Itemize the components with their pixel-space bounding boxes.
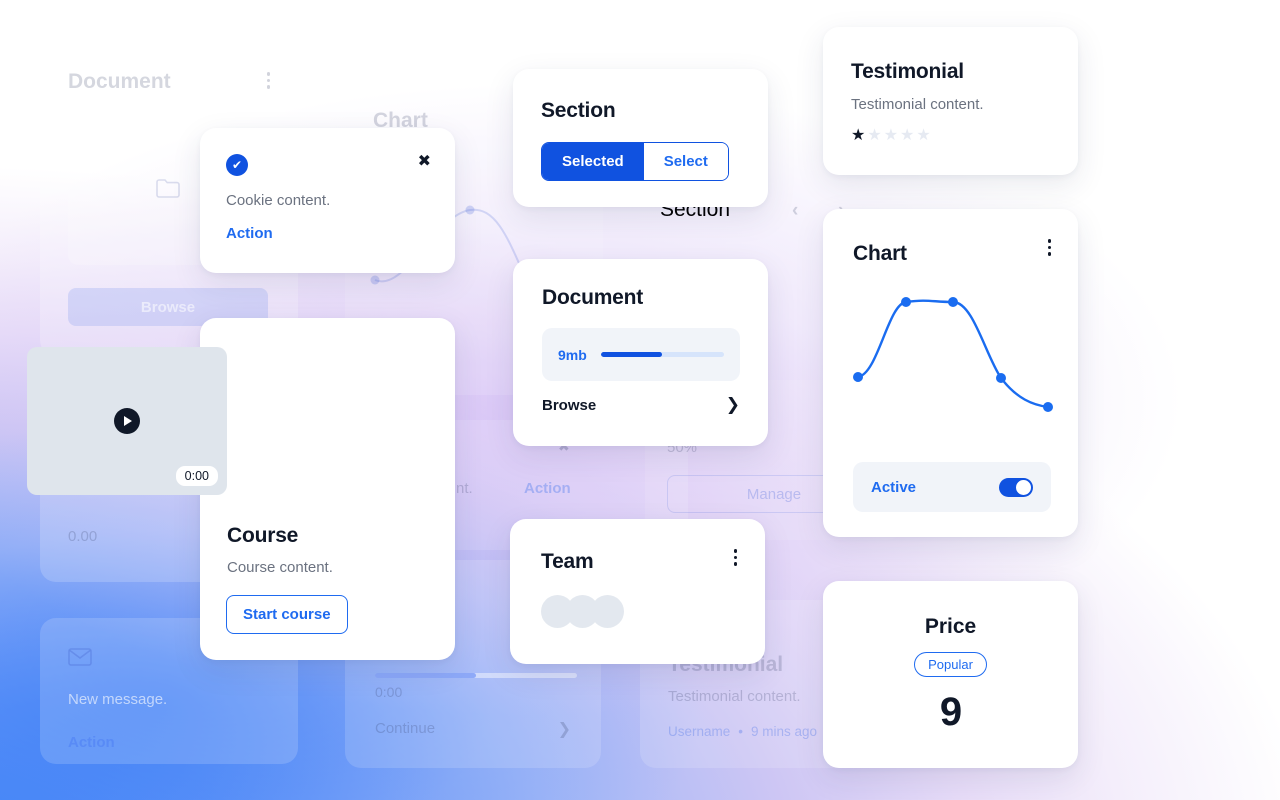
chart-line-path <box>856 299 1050 409</box>
document-file-size: 9mb <box>558 346 587 363</box>
price-amount: 9 <box>939 689 962 734</box>
section-title: Section <box>541 99 616 122</box>
section-segmented-control: Selected Select <box>541 142 729 181</box>
bg-testimonial-meta: Username • 9 mins ago <box>668 724 817 739</box>
course-title: Course <box>227 524 299 547</box>
team-title: Team <box>541 550 594 573</box>
bg-document-menu-icon <box>266 72 270 89</box>
chart-card: Chart Active <box>823 209 1078 537</box>
chart-point-1 <box>853 372 863 382</box>
document-browse-row[interactable]: Browse ❯ <box>542 395 740 415</box>
bg-message-action[interactable]: Action <box>68 734 115 751</box>
bg-cookie-action[interactable]: Action <box>524 480 571 497</box>
check-circle-icon: ✔ <box>226 154 248 176</box>
team-menu-icon[interactable] <box>733 549 737 566</box>
chart-line-plot <box>853 297 1053 412</box>
star-icon-5[interactable]: ★ <box>916 128 930 144</box>
star-icon-3[interactable]: ★ <box>884 128 898 144</box>
bg-cookie-content: nt. <box>456 480 473 497</box>
bg-message-content: New message. <box>68 691 168 708</box>
check-glyph: ✔ <box>231 158 243 172</box>
video-duration-badge: 0:00 <box>175 466 218 486</box>
price-popular-badge: Popular <box>914 651 987 677</box>
testimonial-title: Testimonial <box>851 60 964 83</box>
bg-metric-delta: 0.00 <box>68 528 98 545</box>
document-title: Document <box>542 286 644 309</box>
team-card: Team <box>510 519 765 664</box>
folder-icon <box>156 178 180 198</box>
bg-player-continue-label[interactable]: Continue <box>375 720 435 737</box>
bg-testimonial-content: Testimonial content. <box>668 688 801 705</box>
chart-active-row: Active <box>853 462 1051 512</box>
bg-testimonial-username: Username <box>668 724 731 739</box>
toggle-knob <box>1016 479 1031 495</box>
team-avatar-group <box>541 595 624 628</box>
segment-select-button[interactable]: Select <box>643 143 728 180</box>
segment-selected-button[interactable]: Selected <box>542 143 644 180</box>
chart-point-2 <box>901 297 911 307</box>
cookie-content: Cookie content. <box>226 192 331 209</box>
cookie-action-link[interactable]: Action <box>226 225 273 242</box>
close-icon[interactable]: ✖ <box>418 154 431 170</box>
bg-player-track[interactable] <box>375 673 577 678</box>
bg-player-fill <box>375 673 476 678</box>
bg-player-chevron-icon[interactable]: ❯ <box>558 719 571 739</box>
bg-document-title: Document <box>68 70 171 93</box>
document-progress-fill <box>600 352 663 357</box>
bg-section-prev-icon[interactable]: ‹ <box>792 200 798 222</box>
document-card: Document 9mb Browse ❯ <box>513 259 768 446</box>
document-browse-label: Browse <box>542 396 597 414</box>
star-icon-4[interactable]: ★ <box>900 128 914 144</box>
course-content: Course content. <box>227 559 333 576</box>
play-circle-icon[interactable] <box>114 408 140 434</box>
start-course-button[interactable]: Start course <box>226 595 348 634</box>
document-upload-row: 9mb <box>542 328 740 381</box>
envelope-icon <box>68 648 92 666</box>
bg-testimonial-time: 9 mins ago <box>751 724 818 739</box>
rating-stars[interactable]: ★ ★ ★ ★ ★ <box>851 128 931 144</box>
bg-testimonial-meta-separator: • <box>738 724 744 739</box>
app-canvas: Document Browse Metric 9 0.00 New messag <box>0 0 1280 800</box>
bg-player-time: 0:00 <box>375 684 403 700</box>
section-card: Section Selected Select <box>513 69 768 207</box>
price-title: Price <box>924 614 977 638</box>
chart-active-label: Active <box>871 478 917 496</box>
chart-point-5 <box>1043 402 1053 412</box>
chart-title: Chart <box>853 242 907 265</box>
bg-document-browse-label: Browse <box>140 298 196 316</box>
testimonial-content: Testimonial content. <box>851 96 984 113</box>
chevron-right-icon: ❯ <box>725 395 740 414</box>
star-icon-2[interactable]: ★ <box>867 128 881 144</box>
avatar[interactable] <box>591 595 624 628</box>
cookie-card: ✔ ✖ Cookie content. Action <box>200 128 455 273</box>
star-icon-1[interactable]: ★ <box>851 128 865 144</box>
chart-menu-icon[interactable] <box>1047 239 1051 256</box>
chart-point-4 <box>996 373 1006 383</box>
testimonial-card: Testimonial Testimonial content. ★ ★ ★ ★… <box>823 27 1078 175</box>
chart-active-toggle[interactable] <box>999 477 1033 497</box>
price-card: Price Popular 9 <box>823 581 1078 768</box>
chart-point-3 <box>948 297 958 307</box>
bg-manage-button-label: Manage <box>746 485 802 503</box>
course-video-thumbnail[interactable]: 0:00 <box>27 347 227 495</box>
document-progress-track[interactable] <box>600 352 724 357</box>
